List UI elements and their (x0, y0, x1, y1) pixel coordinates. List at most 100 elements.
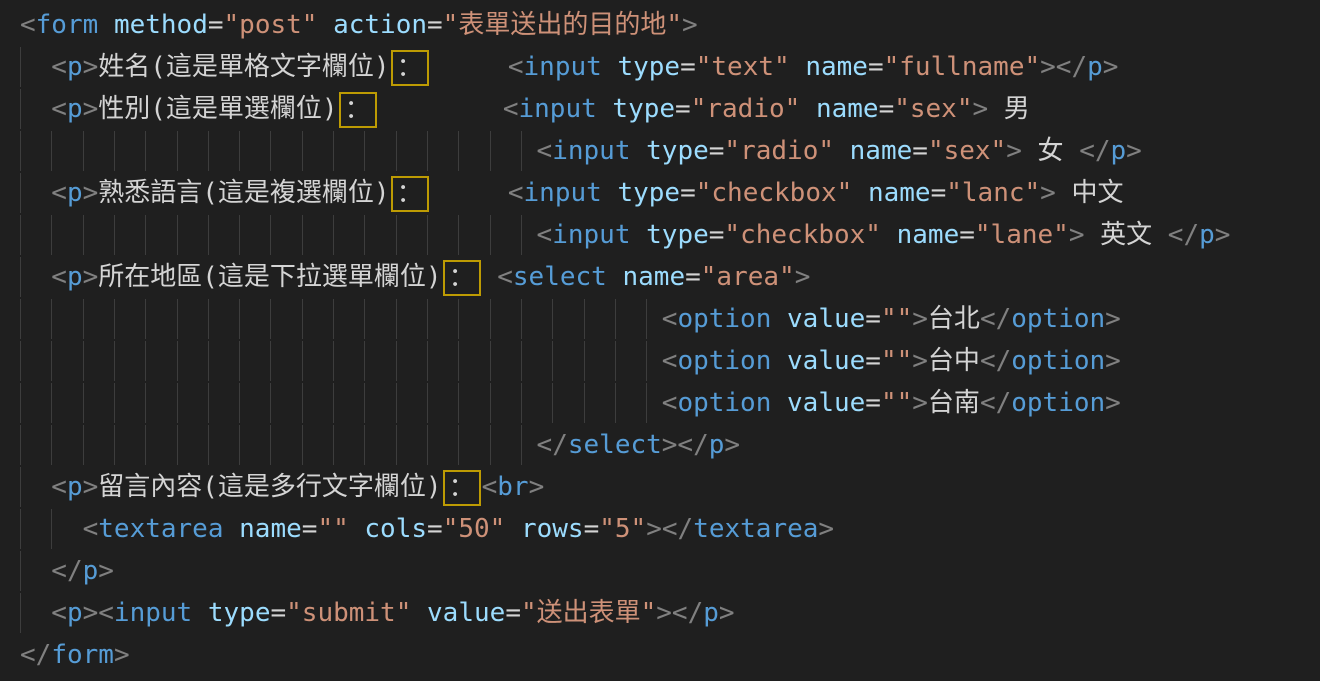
code-line[interactable]: </select></p> (0, 424, 1320, 466)
punctuation: > (973, 94, 989, 124)
tag-name: p (1111, 136, 1127, 166)
tag-name: textarea (693, 514, 818, 544)
attribute-name: cols (364, 514, 427, 544)
code-line[interactable]: <input type="radio" name="sex"> 女 </p> (0, 130, 1320, 172)
string-value: "fullname" (884, 52, 1041, 82)
operator: = (959, 220, 975, 250)
operator: = (208, 10, 224, 40)
punctuation: > (912, 304, 928, 334)
punctuation: < (662, 388, 678, 418)
operator: = (868, 52, 884, 82)
code-line[interactable]: </p> (0, 550, 1320, 592)
code-line[interactable]: <p><input type="submit" value="送出表單"></p… (0, 592, 1320, 634)
code-line[interactable]: <input type="checkbox" name="lane"> 英文 <… (0, 214, 1320, 256)
string-value: "送出表單" (521, 598, 656, 628)
operator: = (865, 304, 881, 334)
code-line[interactable]: <option value="">台南</option> (0, 382, 1320, 424)
operator: = (931, 178, 947, 208)
punctuation: > (83, 52, 99, 82)
punctuation: < (51, 94, 67, 124)
attribute-name: name (868, 178, 931, 208)
attribute-name: type (612, 94, 675, 124)
operator: = (505, 598, 521, 628)
text-content: 熟悉語言(這是複選欄位) (98, 178, 389, 208)
code-line[interactable]: <p>留言內容(這是多行文字欄位)：<br> (0, 466, 1320, 508)
text-content: 英文 (1084, 220, 1167, 250)
tag-name: option (1011, 304, 1105, 334)
punctuation: < (508, 178, 524, 208)
punctuation: > (1105, 346, 1121, 376)
attribute-name: rows (521, 514, 584, 544)
punctuation: > (1105, 388, 1121, 418)
attribute-name: action (333, 10, 427, 40)
text-content (98, 10, 114, 40)
attribute-name: name (805, 52, 868, 82)
code-area[interactable]: <form method="post" action="表單送出的目的地"><p… (0, 4, 1320, 676)
code-line[interactable]: <form method="post" action="表單送出的目的地"> (0, 4, 1320, 46)
text-content: 女 (1022, 136, 1079, 166)
punctuation: > (724, 430, 740, 460)
punctuation: < (51, 598, 67, 628)
tag-name: option (677, 388, 771, 418)
code-editor[interactable]: <form method="post" action="表單送出的目的地"><p… (0, 0, 1320, 681)
code-line[interactable]: <p>所在地區(這是下拉選單欄位)： <select name="area"> (0, 256, 1320, 298)
code-line[interactable]: <option value="">台中</option> (0, 340, 1320, 382)
text-content (378, 94, 503, 124)
tag-name: p (1199, 220, 1215, 250)
code-line[interactable]: <textarea name="" cols="50" rows="5"></t… (0, 508, 1320, 550)
punctuation: > (682, 10, 698, 40)
tag-name: input (552, 136, 630, 166)
operator: = (427, 514, 443, 544)
attribute-name: type (208, 598, 271, 628)
tag-name: input (114, 598, 192, 628)
punctuation: </ (980, 346, 1011, 376)
attribute-name: name (897, 220, 960, 250)
string-value: "5" (599, 514, 646, 544)
string-value: "checkbox" (696, 178, 853, 208)
code-line[interactable]: <p>姓名(這是單格文字欄位)： <input type="text" name… (0, 46, 1320, 88)
attribute-name: method (114, 10, 208, 40)
string-value: "" (881, 304, 912, 334)
punctuation: > (83, 178, 99, 208)
code-line[interactable]: </form> (0, 634, 1320, 676)
code-line-content: <option value="">台北</option> (20, 298, 1121, 340)
tag-name: form (51, 640, 114, 670)
tag-name: select (568, 430, 662, 460)
text-content: 性別(這是單選欄位) (98, 94, 337, 124)
code-line[interactable]: <option value="">台北</option> (0, 298, 1320, 340)
string-value: "post" (224, 10, 318, 40)
punctuation: < (51, 178, 67, 208)
string-value: "submit" (286, 598, 411, 628)
string-value: "lanc" (946, 178, 1040, 208)
code-line[interactable]: <p>熟悉語言(這是複選欄位)： <input type="checkbox" … (0, 172, 1320, 214)
punctuation: </ (980, 304, 1011, 334)
code-line-content: <p>留言內容(這是多行文字欄位)：<br> (20, 466, 544, 508)
punctuation: </ (537, 430, 568, 460)
string-value: "radio" (691, 94, 801, 124)
text-content (349, 514, 365, 544)
operator: = (685, 262, 701, 292)
code-line-content: <input type="radio" name="sex"> 女 </p> (20, 130, 1142, 172)
punctuation: < (51, 52, 67, 82)
tag-name: textarea (98, 514, 223, 544)
text-content: 台中 (928, 346, 980, 376)
code-line-content: <p>所在地區(這是下拉選單欄位)： <select name="area"> (20, 256, 810, 298)
punctuation: </ (1168, 220, 1199, 250)
attribute-name: type (646, 220, 709, 250)
text-content (630, 136, 646, 166)
code-line[interactable]: <p>性別(這是單選欄位)： <input type="radio" name=… (0, 88, 1320, 130)
code-line-content: </form> (20, 634, 130, 676)
operator: = (680, 178, 696, 208)
code-line-content: <p><input type="submit" value="送出表單"></p… (20, 592, 735, 634)
attribute-name: name (816, 94, 879, 124)
text-content (771, 304, 787, 334)
text-content (482, 262, 498, 292)
tag-name: p (67, 52, 83, 82)
punctuation: > (1126, 136, 1142, 166)
text-content (192, 598, 208, 628)
punctuation: > (1103, 52, 1119, 82)
code-line-content: <input type="checkbox" name="lane"> 英文 <… (20, 214, 1230, 256)
operator: = (912, 136, 928, 166)
operator: = (709, 136, 725, 166)
text-content (771, 388, 787, 418)
